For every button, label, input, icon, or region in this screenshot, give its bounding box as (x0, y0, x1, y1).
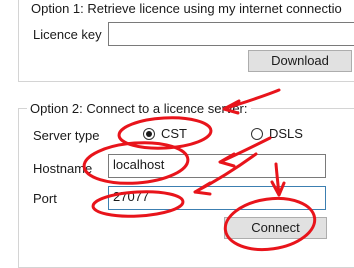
download-button[interactable]: Download (248, 50, 352, 72)
radio-cst-label: CST (161, 126, 187, 141)
option2-legend: Option 2: Connect to a licence server: (27, 101, 251, 117)
hostname-input[interactable]: localhost (108, 154, 326, 178)
radio-dsls-label: DSLS (269, 126, 303, 141)
option1-legend: Option 1: Retrieve licence using my inte… (28, 1, 354, 17)
hostname-label: Hostname (33, 161, 93, 176)
radio-dsls[interactable]: DSLS (251, 126, 303, 142)
licence-key-label: Licence key (33, 27, 102, 42)
server-type-label: Server type (33, 128, 100, 143)
licence-key-input[interactable] (108, 22, 354, 46)
radio-cst[interactable]: CST (143, 126, 187, 142)
radio-dsls-indicator (251, 128, 263, 140)
connect-button[interactable]: Connect (224, 217, 327, 239)
port-label: Port (33, 191, 57, 206)
radio-cst-indicator (143, 128, 155, 140)
port-input[interactable]: 27077 (108, 186, 326, 210)
